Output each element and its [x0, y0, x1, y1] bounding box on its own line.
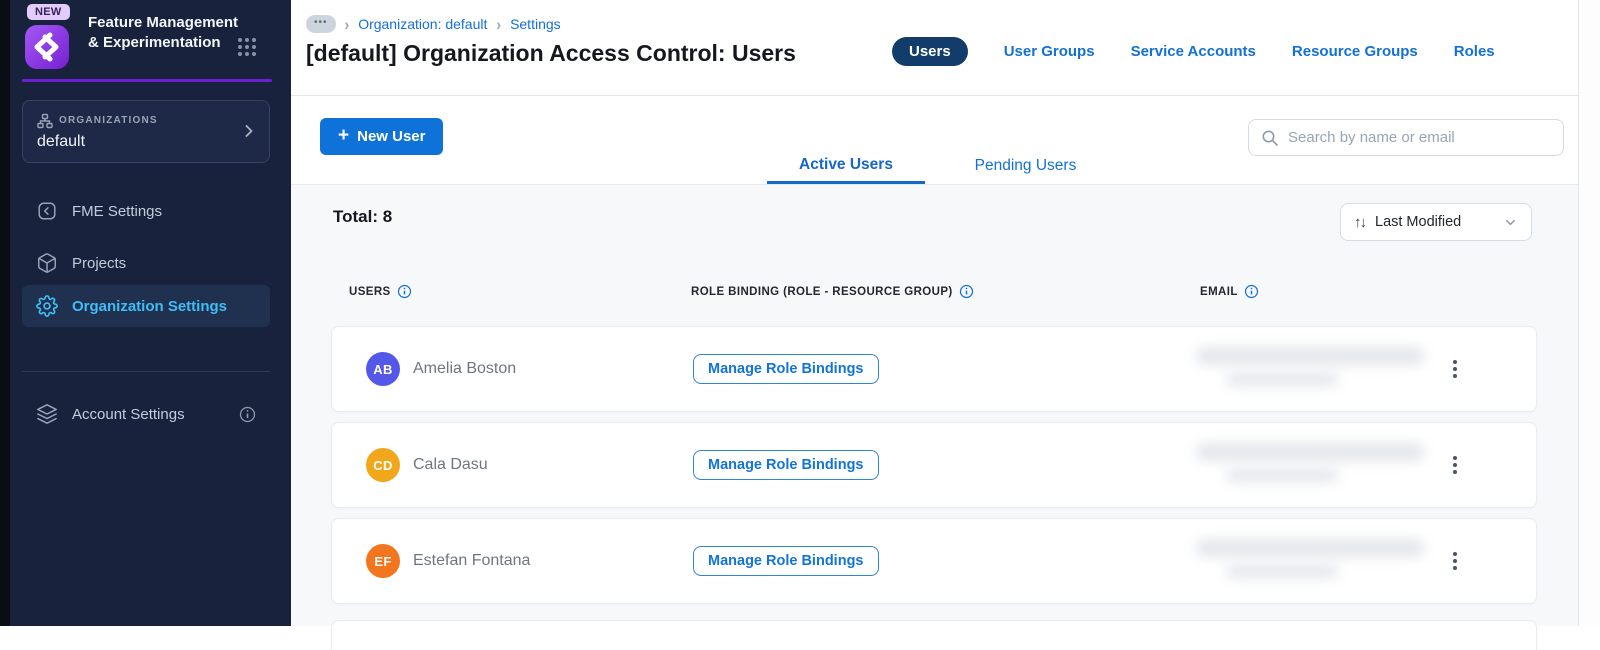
breadcrumb: ••• › Organization: default › Settings — [306, 14, 561, 34]
new-user-button[interactable]: + New User — [320, 118, 444, 155]
manage-role-bindings-button[interactable]: Manage Role Bindings — [693, 546, 879, 576]
sidebar-item-account-settings[interactable]: Account Settings — [22, 397, 270, 431]
search-icon — [1261, 129, 1279, 147]
avatar: AB — [366, 352, 400, 386]
user-cell: AB Amelia Boston — [366, 352, 516, 386]
column-header-users: USERS — [349, 284, 412, 299]
chevron-right-icon — [239, 121, 259, 141]
org-hierarchy-icon — [37, 113, 53, 129]
email-redacted — [1196, 537, 1436, 589]
column-header-email: EMAIL — [1200, 284, 1259, 299]
user-name: Amelia Boston — [413, 360, 517, 377]
tab-roles[interactable]: Roles — [1454, 43, 1495, 60]
cube-icon — [36, 252, 58, 274]
email-redacted — [1196, 345, 1436, 397]
column-header-label: USERS — [349, 285, 391, 298]
row-menu-kebab-icon[interactable] — [1446, 356, 1464, 382]
breadcrumb-link-settings[interactable]: Settings — [510, 16, 561, 32]
tab-user-groups[interactable]: User Groups — [1004, 43, 1095, 60]
sidebar-item-label: Account Settings — [72, 405, 185, 423]
sidebar-item-label: Projects — [72, 254, 127, 272]
row-menu-kebab-icon[interactable] — [1446, 452, 1464, 478]
user-cell: CD Cala Dasu — [366, 448, 488, 482]
tab-active-users-label: Active Users — [799, 155, 893, 173]
table-row: CD Cala Dasu Manage Role Bindings — [331, 422, 1537, 508]
search-box — [1248, 119, 1564, 156]
user-name: Cala Dasu — [413, 456, 488, 473]
sort-dropdown-value: Last Modified — [1375, 214, 1462, 230]
tab-users[interactable]: Users — [892, 37, 968, 66]
tab-active-users[interactable]: Active Users — [767, 148, 925, 184]
sort-dropdown[interactable]: ↑↓ Last Modified — [1340, 203, 1532, 241]
new-user-button-label: New User — [357, 128, 426, 145]
users-list-panel: Total: 8 ↑↓ Last Modified USERS ROLE BIN… — [291, 185, 1600, 650]
info-icon[interactable] — [1244, 284, 1259, 299]
fme-logo-outline-icon — [36, 200, 58, 222]
org-selector-label: ORGANIZATIONS — [59, 115, 158, 126]
chevron-right-icon: › — [496, 14, 502, 34]
table-row: AB Amelia Boston Manage Role Bindings — [331, 326, 1537, 412]
org-selector-value: default — [37, 133, 86, 150]
sidebar-divider — [22, 371, 270, 372]
sidebar-item-label: FME Settings — [72, 202, 163, 220]
tab-resource-groups[interactable]: Resource Groups — [1292, 43, 1418, 60]
breadcrumb-ellipsis-button[interactable]: ••• — [306, 15, 336, 33]
breadcrumb-link-organization[interactable]: Organization: default — [358, 16, 487, 32]
organization-selector[interactable]: ORGANIZATIONS default — [22, 100, 270, 163]
toolbar: + New User Active Users Pending Users — [291, 97, 1600, 185]
tab-service-accounts[interactable]: Service Accounts — [1131, 43, 1256, 60]
desktop-edge-strip — [0, 0, 10, 626]
column-header-label: ROLE BINDING (ROLE - RESOURCE GROUP) — [691, 285, 953, 298]
sidebar-item-fme-settings[interactable]: FME Settings — [22, 194, 270, 228]
sidebar-item-label: Organization Settings — [72, 297, 228, 315]
user-name: Estefan Fontana — [413, 552, 531, 569]
info-icon[interactable] — [397, 284, 412, 299]
sidebar: NEW Feature Management & Experimentation — [10, 0, 291, 626]
scroll-gutter[interactable] — [1578, 0, 1600, 626]
tab-pending-users-label: Pending Users — [974, 157, 1077, 174]
access-control-nav: Users User Groups Service Accounts Resou… — [892, 37, 1495, 66]
table-row-partial — [331, 620, 1537, 650]
sort-arrows-icon: ↑↓ — [1354, 213, 1367, 231]
app-grid-icon[interactable] — [236, 36, 258, 58]
search-input[interactable] — [1288, 129, 1551, 146]
total-count: Total: 8 — [333, 207, 393, 226]
user-cell: EF Estefan Fontana — [366, 544, 530, 578]
table-row: EF Estefan Fontana Manage Role Bindings — [331, 518, 1537, 604]
page-title: [default] Organization Access Control: U… — [306, 40, 796, 66]
sidebar-item-projects[interactable]: Projects — [22, 246, 270, 280]
manage-role-bindings-button[interactable]: Manage Role Bindings — [693, 450, 879, 480]
plus-icon: + — [338, 124, 350, 146]
email-redacted — [1196, 441, 1436, 493]
manage-role-bindings-button[interactable]: Manage Role Bindings — [693, 354, 879, 384]
info-icon[interactable] — [959, 284, 974, 299]
brand-divider — [22, 79, 272, 82]
new-badge: NEW — [27, 4, 70, 20]
avatar: CD — [366, 448, 400, 482]
sidebar-item-organization-settings[interactable]: Organization Settings — [22, 285, 270, 327]
info-icon[interactable] — [239, 406, 256, 423]
row-menu-kebab-icon[interactable] — [1446, 548, 1464, 574]
layers-icon — [36, 403, 58, 425]
app-title: Feature Management & Experimentation — [88, 14, 239, 51]
gear-icon — [36, 295, 58, 317]
tab-pending-users[interactable]: Pending Users — [953, 148, 1098, 184]
page-header: ••• › Organization: default › Settings [… — [291, 0, 1600, 96]
avatar: EF — [366, 544, 400, 578]
chevron-right-icon: › — [344, 14, 350, 34]
column-header-role-binding: ROLE BINDING (ROLE - RESOURCE GROUP) — [691, 284, 974, 299]
chevron-down-icon — [1503, 215, 1518, 230]
column-header-label: EMAIL — [1200, 285, 1238, 298]
app-logo-icon — [24, 24, 70, 70]
